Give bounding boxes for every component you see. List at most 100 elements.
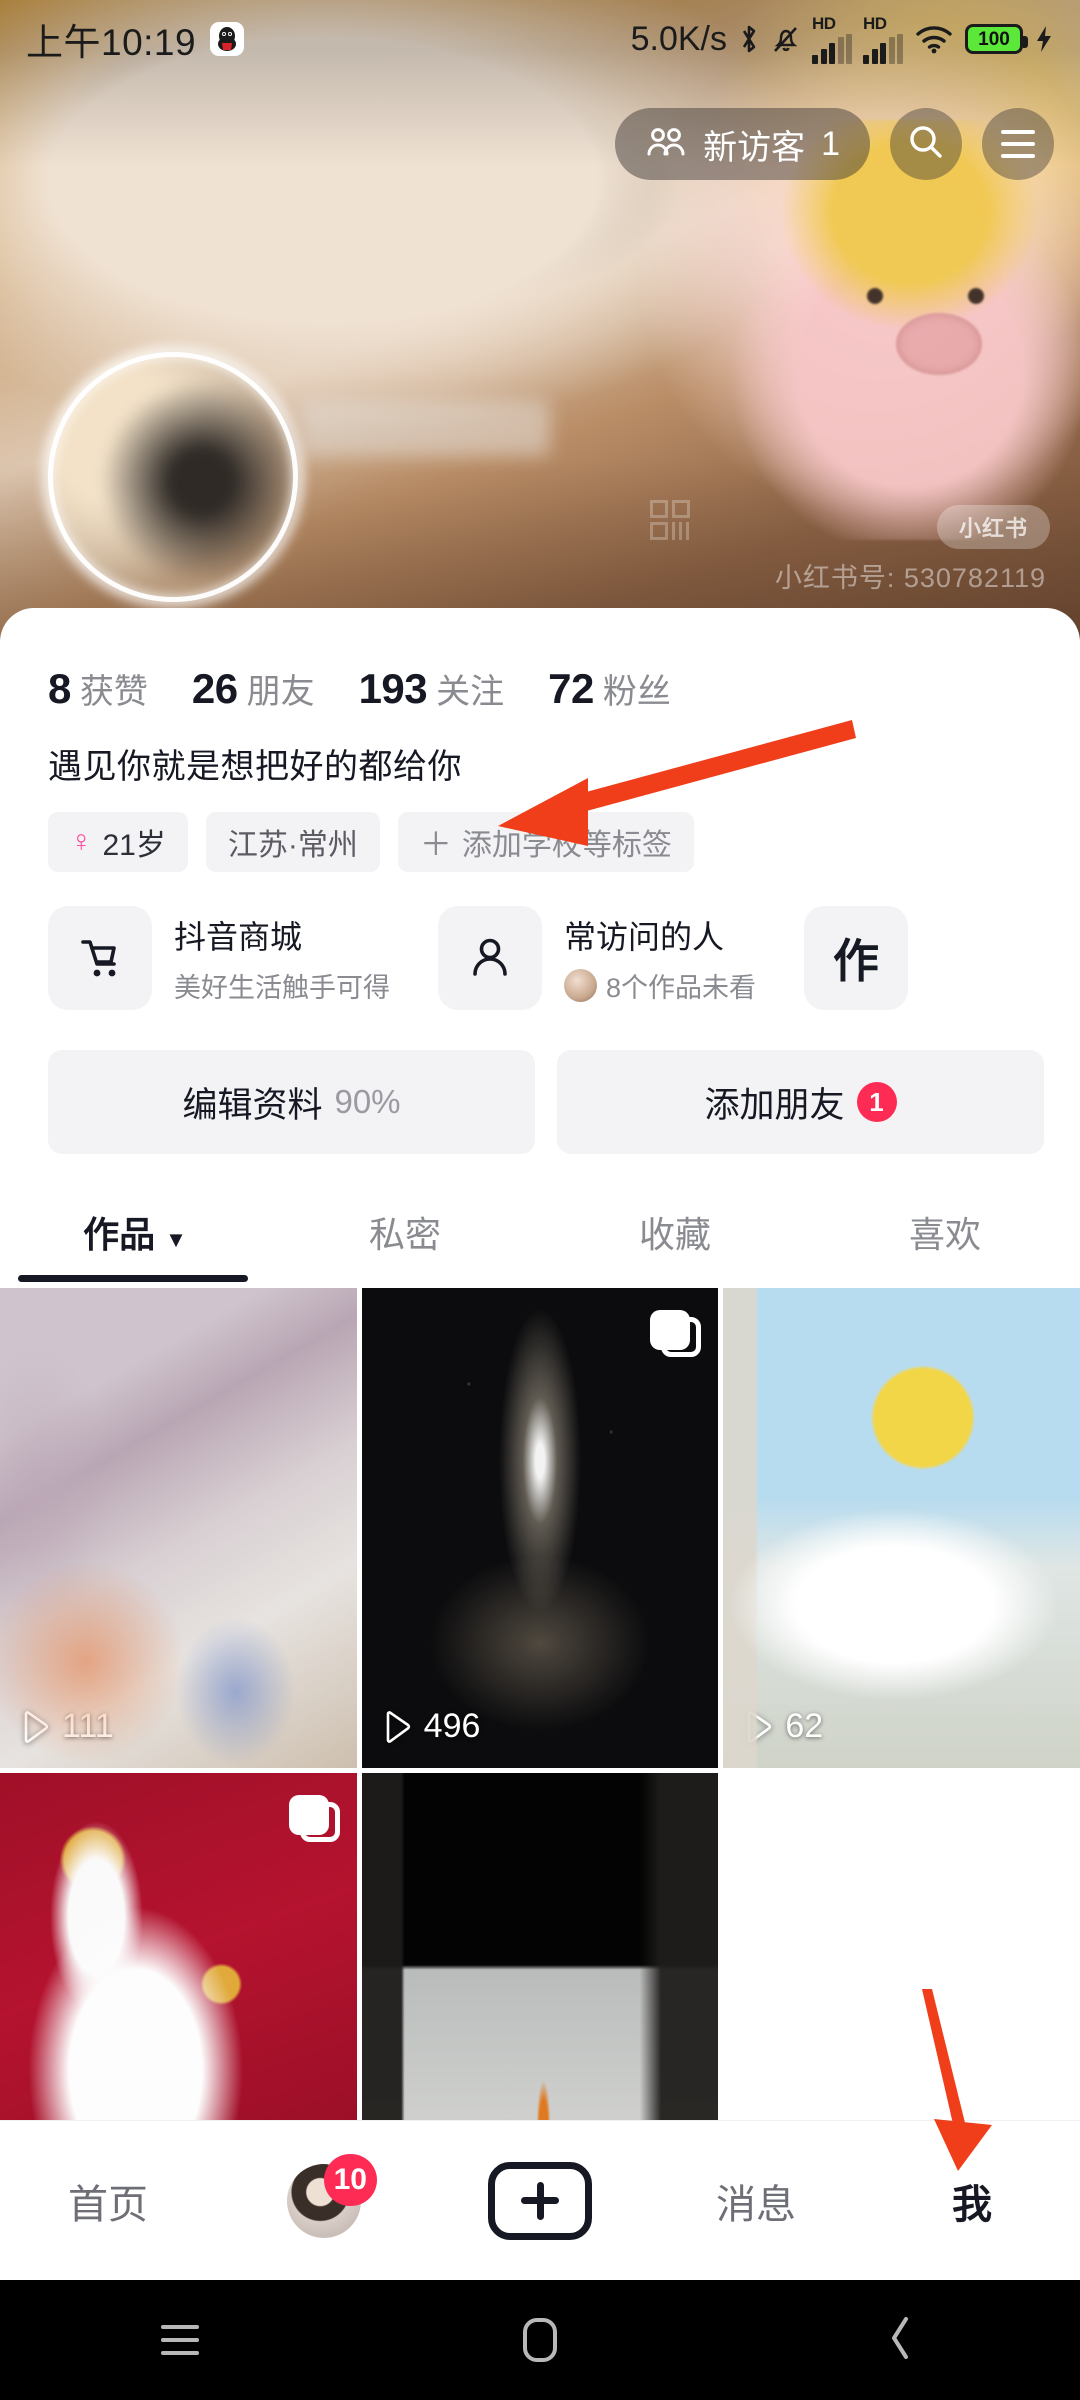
tab-favorites[interactable]: 收藏 — [540, 1206, 810, 1282]
battery-icon: 100 — [965, 24, 1028, 54]
wifi-icon — [914, 24, 954, 54]
hd-label-1: HD — [812, 13, 836, 33]
pig-eye-left — [866, 288, 883, 304]
tag-row: ♀ 21岁 江苏·常州 ＋ 添加学校等标签 — [0, 788, 1080, 872]
play-count-value: 111 — [62, 1707, 114, 1745]
grid-item[interactable]: 496 — [361, 1288, 719, 1768]
entry-card-frequent-visitors[interactable]: 常访问的人 8个作品未看 — [438, 906, 756, 1010]
cover-action-bar: 新访客 1 — [615, 108, 1054, 180]
nav-create[interactable] — [432, 2161, 648, 2240]
qr-code-icon — [650, 500, 690, 540]
search-icon — [907, 123, 945, 166]
nav-friends[interactable]: 10 — [216, 2153, 432, 2238]
network-speed: 5.0K/s — [630, 19, 727, 58]
plus-icon — [488, 2161, 592, 2240]
menu-button[interactable] — [982, 108, 1054, 180]
entry-card-partial[interactable]: 作 — [804, 906, 909, 1010]
home-icon — [523, 2318, 557, 2362]
signal-icon-2: HD — [863, 15, 903, 64]
nav-label: 消息 — [716, 2182, 796, 2227]
battery-level: 100 — [978, 28, 1010, 50]
play-count-value: 62 — [785, 1707, 824, 1745]
android-navigation-bar — [0, 2280, 1080, 2400]
stat-friends[interactable]: 26 朋友 — [192, 664, 315, 713]
signal-icon-1: HD — [812, 15, 852, 64]
entry-card-row: 抖音商城 美好生活触手可得 常访问的人 8个作品未看 作 — [0, 872, 1080, 1010]
nav-me[interactable]: 我 — [864, 2172, 1080, 2230]
penguin-icon — [210, 22, 245, 56]
tab-likes[interactable]: 喜欢 — [810, 1206, 1080, 1282]
charging-bolt-icon — [1034, 24, 1054, 54]
female-symbol-icon: ♀ — [70, 825, 93, 858]
tab-label: 收藏 — [638, 1214, 711, 1255]
hd-label-2: HD — [863, 13, 887, 33]
tag-age[interactable]: ♀ 21岁 — [48, 812, 188, 872]
grid-item[interactable]: 111 — [0, 1288, 357, 1768]
multi-image-icon — [650, 1310, 702, 1357]
status-bar-left: 上午10:19 — [26, 12, 245, 66]
android-home-button[interactable] — [440, 2280, 640, 2400]
add-friend-badge: 1 — [856, 1082, 897, 1122]
tag-location[interactable]: 江苏·常州 — [205, 812, 380, 872]
tag-label: 添加学校等标签 — [461, 829, 672, 862]
grid-item[interactable]: 62 — [723, 1288, 1080, 1768]
add-friend-label: 添加朋友 — [704, 1085, 845, 1125]
plus-wrap — [488, 2161, 592, 2240]
stat-likes[interactable]: 8 获赞 — [48, 664, 148, 713]
stat-label: 朋友 — [246, 673, 315, 711]
entry-card-text: 常访问的人 8个作品未看 — [564, 912, 756, 1005]
entry-card-subtitle: 美好生活触手可得 — [174, 966, 390, 1005]
visitor-avatar — [564, 968, 597, 1002]
content-tabs: 作品 ▼ 私密 收藏 喜欢 — [0, 1154, 1080, 1282]
add-friend-button[interactable]: 添加朋友 1 — [557, 1050, 1044, 1154]
bio-text[interactable]: 遇见你就是想把好的都给你 — [0, 713, 1080, 788]
username-blurred — [300, 400, 550, 456]
stat-following[interactable]: 193 关注 — [359, 664, 505, 713]
entry-card-partial-icon: 作 — [804, 906, 909, 1010]
nav-home[interactable]: 首页 — [0, 2172, 216, 2230]
video-grid: 111 496 62 — [0, 1288, 1080, 2253]
tag-label: 江苏·常州 — [227, 829, 358, 862]
tab-private[interactable]: 私密 — [270, 1206, 540, 1282]
bluetooth-icon — [738, 23, 760, 55]
bottom-navigation: 首页 10 消息 我 — [0, 2120, 1080, 2280]
stat-label: 获赞 — [79, 673, 148, 711]
entry-card-subtitle: 8个作品未看 — [564, 966, 756, 1005]
shopping-cart-icon — [48, 906, 152, 1010]
stat-label: 关注 — [436, 673, 505, 711]
plus-icon: ＋ — [419, 826, 452, 862]
stat-label: 粉丝 — [602, 673, 671, 711]
edit-profile-label: 编辑资料 — [182, 1085, 323, 1125]
tag-label: 21岁 — [102, 829, 166, 862]
search-button[interactable] — [890, 108, 962, 180]
recents-icon — [161, 2325, 199, 2355]
profile-sheet: 8 获赞 26 朋友 193 关注 72 粉丝 遇见你就是想把好的都给你 ♀ 2… — [0, 608, 1080, 2253]
pig-snout — [895, 313, 982, 376]
entry-card-mall[interactable]: 抖音商城 美好生活触手可得 — [48, 906, 390, 1010]
stats-row: 8 获赞 26 朋友 193 关注 72 粉丝 — [0, 608, 1080, 713]
nav-badge: 10 — [323, 2153, 377, 2206]
android-back-button[interactable] — [800, 2280, 1000, 2400]
entry-card-partial-label: 作 — [833, 935, 880, 987]
entry-card-text: 抖音商城 美好生活触手可得 — [174, 912, 390, 1005]
cover-plush-pig — [730, 120, 1080, 540]
stat-followers[interactable]: 72 粉丝 — [548, 664, 671, 713]
stat-value: 72 — [548, 665, 594, 712]
entry-card-title: 抖音商城 — [174, 918, 303, 955]
tab-works[interactable]: 作品 ▼ — [0, 1206, 270, 1282]
nav-messages[interactable]: 消息 — [648, 2172, 864, 2230]
edit-profile-button[interactable]: 编辑资料 90% — [48, 1050, 535, 1154]
chevron-down-icon: ▼ — [165, 1227, 187, 1252]
new-visitor-button[interactable]: 新访客 1 — [615, 108, 870, 180]
tab-label: 私密 — [368, 1214, 441, 1255]
tag-add-school[interactable]: ＋ 添加学校等标签 — [397, 812, 694, 872]
android-recents-button[interactable] — [80, 2280, 280, 2400]
avatar[interactable] — [48, 352, 298, 602]
play-count: 62 — [745, 1707, 823, 1746]
nav-label: 首页 — [68, 2182, 148, 2227]
tab-label: 作品 — [83, 1214, 156, 1255]
stat-value: 8 — [48, 665, 71, 712]
new-visitor-label: 新访客 — [703, 128, 806, 167]
hamburger-menu-icon — [1001, 130, 1035, 158]
status-bar: 上午10:19 5.0K/s HD HD 100 — [0, 0, 1080, 78]
